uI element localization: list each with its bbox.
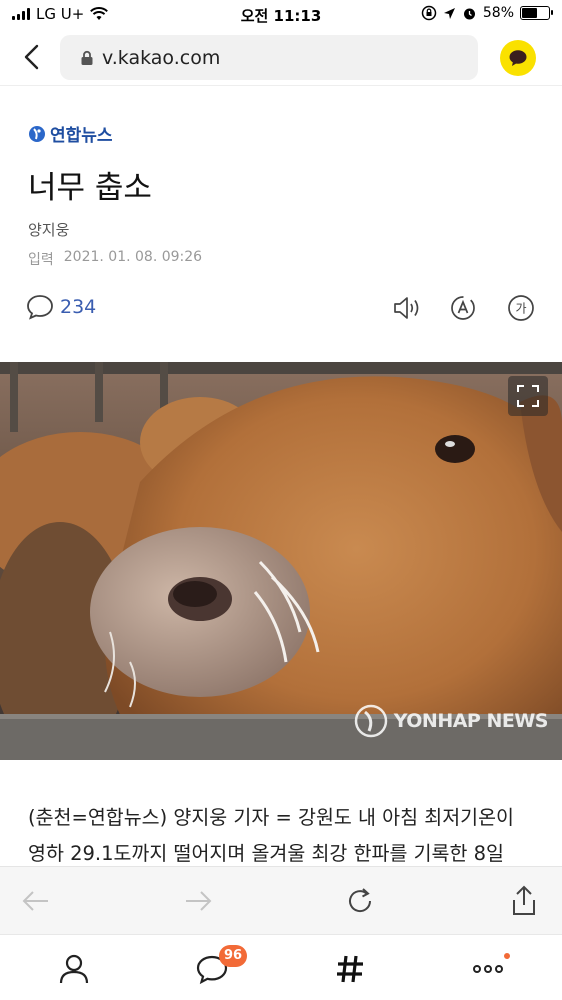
- browser-header: v.kakao.com: [0, 30, 562, 86]
- lock-rotation-icon: [421, 5, 437, 21]
- speech-bubble-icon: [509, 50, 527, 66]
- status-right: 58%: [421, 5, 553, 21]
- photo-watermark: YONHAP NEWS: [354, 704, 549, 738]
- arrow-right-icon: [186, 891, 212, 911]
- person-icon: [59, 954, 89, 984]
- chevron-left-icon: [24, 44, 39, 70]
- fullscreen-button[interactable]: [508, 376, 548, 416]
- hashtag-icon: [337, 955, 363, 983]
- font-size-button[interactable]: 가: [505, 292, 537, 324]
- watermark-text: YONHAP NEWS: [393, 710, 549, 732]
- app-tab-bar: 96: [0, 934, 562, 1000]
- refresh-icon: [349, 888, 372, 913]
- press-logo[interactable]: 연합뉴스: [28, 121, 113, 146]
- battery-icon: [520, 6, 553, 20]
- nav-back-button[interactable]: [20, 885, 52, 917]
- chat-badge: 96: [219, 945, 248, 967]
- article-body: (춘천=연합뉴스) 양지웅 기자 = 강원도 내 아침 최저기온이 영하 29.…: [28, 800, 538, 872]
- kakaotalk-button[interactable]: [500, 40, 536, 76]
- date-label: 입력: [28, 252, 54, 268]
- article-title: 너무 춥소: [28, 170, 152, 206]
- status-bar: LG U+ 오전 11:13 58%: [0, 0, 562, 30]
- article-tools: 234 가: [0, 288, 562, 330]
- comment-icon: [27, 295, 53, 320]
- refresh-button[interactable]: [344, 885, 376, 917]
- more-icon: [473, 965, 503, 973]
- speaker-icon: [394, 297, 419, 319]
- translate-icon: [451, 296, 475, 320]
- share-icon: [513, 885, 535, 915]
- nav-forward-button[interactable]: [182, 885, 214, 917]
- press-name: 연합뉴스: [50, 126, 113, 146]
- new-indicator-dot: [504, 953, 510, 959]
- article-photo[interactable]: YONHAP NEWS: [0, 362, 562, 760]
- alarm-icon: [463, 8, 475, 19]
- browser-nav-bar: [0, 866, 562, 934]
- date-value: 2021. 01. 08. 09:26: [63, 249, 203, 265]
- yonhap-logo-icon: [29, 125, 45, 142]
- translate-button[interactable]: [447, 292, 479, 324]
- font-size-icon: 가: [508, 295, 534, 321]
- battery-percent: 58%: [482, 5, 514, 21]
- tts-button[interactable]: [391, 292, 423, 324]
- tab-view[interactable]: [332, 951, 368, 987]
- back-button[interactable]: [18, 42, 48, 72]
- comment-button[interactable]: 234: [26, 294, 96, 320]
- yonhap-watermark-icon: [354, 704, 387, 738]
- expand-icon: [517, 385, 539, 407]
- location-icon: [443, 7, 455, 19]
- url-text: v.kakao.com: [102, 46, 221, 69]
- cow-photo: [0, 362, 562, 760]
- body-line: (춘천=연합뉴스) 양지웅 기자 = 강원도 내 아침 최저기온이: [28, 806, 514, 829]
- tab-friends[interactable]: [56, 951, 92, 987]
- lock-icon: [81, 50, 93, 65]
- arrow-left-icon: [22, 891, 48, 911]
- font-size-glyph: 가: [515, 302, 526, 316]
- share-button[interactable]: [508, 885, 540, 917]
- address-bar[interactable]: v.kakao.com: [60, 35, 478, 80]
- comment-count: 234: [60, 296, 97, 318]
- tab-more[interactable]: [470, 951, 506, 987]
- article-date: 입력 2021. 01. 08. 09:26: [28, 249, 202, 269]
- article-author[interactable]: 양지웅: [28, 219, 69, 240]
